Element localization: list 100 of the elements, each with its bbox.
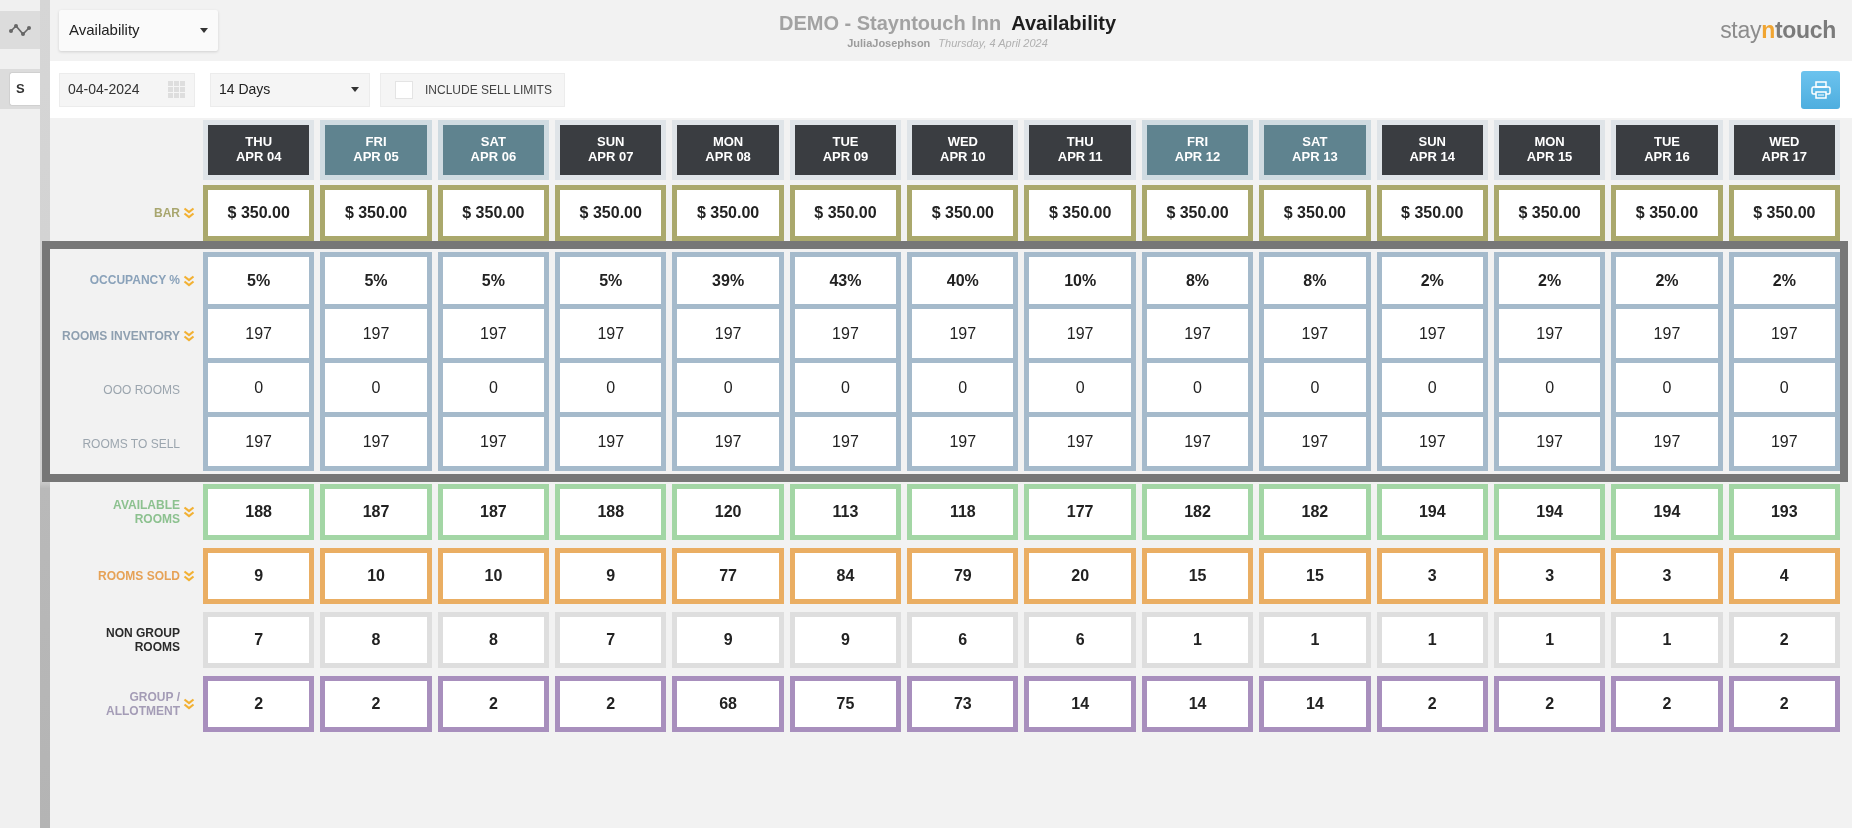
- row-label: ROOMS SOLD: [98, 568, 180, 584]
- table-cell: $ 350.00: [203, 185, 315, 241]
- table-cell: 3: [1611, 548, 1723, 604]
- double-chevron-icon[interactable]: [183, 506, 195, 518]
- table-cell: $ 350.00: [1259, 185, 1371, 241]
- table-cell: 3: [1376, 548, 1488, 604]
- table-cell: 194: [1493, 484, 1606, 540]
- row-label: OCCUPANCY %: [89, 273, 180, 288]
- double-chevron-icon[interactable]: [183, 570, 195, 582]
- table-cell: 8%: [1141, 252, 1254, 309]
- table-cell: 182: [1141, 484, 1254, 540]
- date-header: MON APR 08: [672, 120, 784, 180]
- table-cell: 197: [1611, 417, 1723, 471]
- row-label: BAR: [154, 205, 180, 221]
- table-cell: 0: [789, 363, 902, 417]
- current-date: Thursday, 4 April 2024: [938, 36, 1048, 49]
- rail-button[interactable]: S: [9, 72, 40, 106]
- table-cell: $ 350.00: [437, 185, 550, 241]
- table-cell: 10: [320, 548, 432, 604]
- table-cell: $ 350.00: [1141, 185, 1254, 241]
- table-cell: 197: [1141, 417, 1254, 471]
- table-cell: 8%: [1259, 252, 1371, 309]
- table-cell: 197: [789, 417, 902, 471]
- sell-limits-option[interactable]: INCLUDE SELL LIMITS: [380, 72, 565, 107]
- table-cell: $ 350.00: [1376, 185, 1488, 241]
- checkbox[interactable]: [395, 80, 413, 99]
- table-cell: $ 350.00: [1611, 185, 1723, 241]
- date-header: FRI APR 05: [320, 120, 432, 180]
- row-label: ROOMS INVENTORY: [62, 328, 180, 344]
- row-label: NON GROUP ROOMS: [105, 625, 180, 655]
- table-cell: 9: [555, 548, 667, 604]
- table-cell: $ 350.00: [907, 185, 1019, 241]
- table-cell: 7: [203, 612, 315, 668]
- double-chevron-icon[interactable]: [183, 207, 195, 219]
- double-chevron-icon[interactable]: [183, 698, 195, 710]
- table-cell: 0: [1728, 363, 1840, 417]
- table-cell: 0: [1141, 363, 1254, 417]
- logo: stayntouch: [1720, 16, 1836, 46]
- table-cell: 197: [789, 309, 902, 363]
- table-cell: 197: [1611, 309, 1723, 363]
- double-chevron-icon[interactable]: [183, 274, 195, 287]
- table-cell: 0: [555, 363, 667, 417]
- table-cell: 20: [1024, 548, 1136, 604]
- date-header: MON APR 15: [1493, 120, 1606, 180]
- date-header: TUE APR 09: [789, 120, 902, 180]
- date-header: WED APR 17: [1728, 120, 1840, 180]
- table-cell: 2: [1728, 676, 1840, 732]
- table-cell: $ 350.00: [555, 185, 667, 241]
- table-cell: 2: [1611, 676, 1723, 732]
- table-cell: 182: [1259, 484, 1371, 540]
- line-chart-button[interactable]: [0, 11, 40, 49]
- row-label: ROOMS TO SELL: [82, 436, 180, 452]
- table-cell: 197: [1728, 309, 1840, 363]
- table-cell: 197: [1141, 309, 1254, 363]
- table-cell: 77: [672, 548, 784, 604]
- table-cell: 118: [907, 484, 1019, 540]
- table-cell: 5%: [555, 252, 667, 309]
- table-cell: 14: [1024, 676, 1136, 732]
- days-select[interactable]: 14 Days: [210, 72, 370, 107]
- print-button[interactable]: [1801, 70, 1840, 109]
- printer-icon: [1810, 80, 1831, 99]
- table-cell: 68: [672, 676, 784, 732]
- table-cell: 40%: [907, 252, 1019, 309]
- hotel-name: DEMO - Stayntouch Inn: [778, 11, 1002, 34]
- table-cell: 187: [320, 484, 432, 540]
- table-cell: 197: [1259, 417, 1371, 471]
- table-cell: 194: [1611, 484, 1723, 540]
- view-select[interactable]: Availability: [59, 10, 218, 51]
- table-cell: 7: [555, 612, 667, 668]
- table-cell: 0: [672, 363, 784, 417]
- table-cell: 5%: [437, 252, 550, 309]
- table-cell: 197: [203, 309, 315, 363]
- table-cell: 9: [789, 612, 902, 668]
- table-cell: 197: [672, 309, 784, 363]
- table-cell: 39%: [672, 252, 784, 309]
- table-cell: 194: [1376, 484, 1488, 540]
- table-cell: 0: [203, 363, 315, 417]
- table-cell: 197: [437, 309, 550, 363]
- table-cell: 197: [320, 309, 432, 363]
- table-cell: 197: [1259, 309, 1371, 363]
- table-cell: 0: [1611, 363, 1723, 417]
- table-cell: 188: [555, 484, 667, 540]
- date-header: SUN APR 07: [555, 120, 667, 180]
- date-header: SAT APR 13: [1259, 120, 1371, 180]
- date-field[interactable]: 04-04-2024: [59, 72, 195, 107]
- double-chevron-icon[interactable]: [183, 330, 195, 342]
- table-cell: 6: [1024, 612, 1136, 668]
- table-cell: 0: [1493, 363, 1606, 417]
- table-cell: 197: [555, 309, 667, 363]
- date-header: THU APR 04: [203, 120, 315, 180]
- table-cell: 2: [1376, 676, 1488, 732]
- table-cell: 14: [1141, 676, 1254, 732]
- table-cell: 2%: [1611, 252, 1723, 309]
- table-cell: 2: [1493, 676, 1606, 732]
- table-cell: 197: [1376, 417, 1488, 471]
- table-cell: 79: [907, 548, 1019, 604]
- table-cell: 8: [320, 612, 432, 668]
- table-cell: 1: [1493, 612, 1606, 668]
- table-cell: 10%: [1024, 252, 1136, 309]
- table-cell: 197: [907, 309, 1019, 363]
